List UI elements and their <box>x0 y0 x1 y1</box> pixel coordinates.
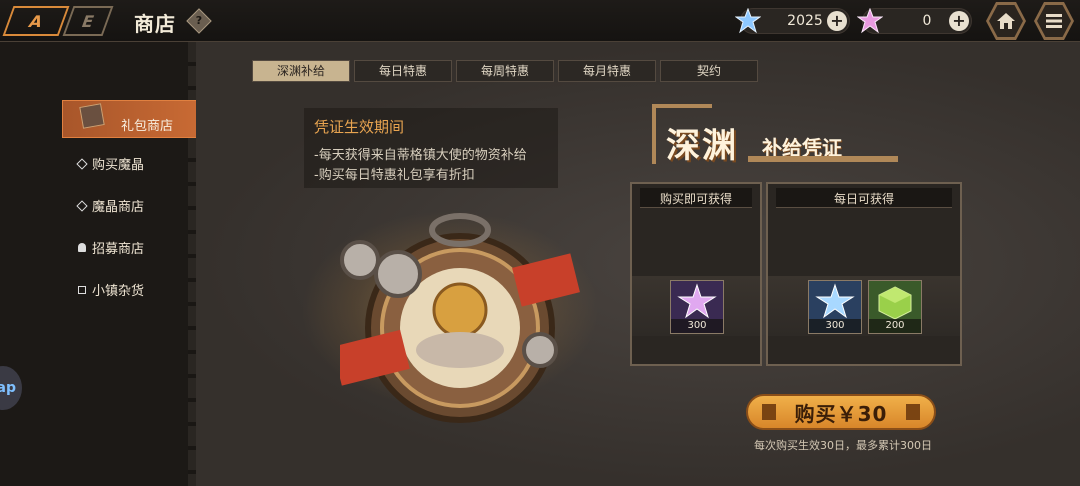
sidebar-item-buy-crystal[interactable]: 购买魔晶 <box>76 154 145 173</box>
diamond-icon <box>76 157 88 170</box>
blue-crystal-icon <box>815 283 855 319</box>
pink-crystal-icon <box>857 8 883 34</box>
home-button[interactable] <box>986 2 1026 40</box>
bell-icon <box>78 243 86 252</box>
logo-mark-right: E <box>62 6 114 36</box>
item-quantity: 200 <box>869 319 921 333</box>
gift-box-icon <box>79 103 105 129</box>
panel-header: 购买即可获得 <box>659 192 732 206</box>
button-cap-right <box>906 404 920 420</box>
pocket-watch-icon <box>340 213 580 423</box>
currency-amount: 2025 <box>787 13 823 29</box>
tab-contract[interactable]: 契约 <box>660 60 758 82</box>
top-bar: A E 商店 ? 2025 + 0 + <box>0 0 1080 42</box>
menu-button[interactable] <box>1034 2 1074 40</box>
sidebar-item-label: 购买魔晶 <box>92 158 145 173</box>
tab-daily-deals[interactable]: 每日特惠 <box>354 60 452 82</box>
tab-weekly-deals[interactable]: 每周特惠 <box>456 60 554 82</box>
period-line: -购买每日特惠礼包享有折扣 <box>314 168 475 183</box>
diamond-icon <box>76 199 88 212</box>
tab-monthly-deals[interactable]: 每月特惠 <box>558 60 656 82</box>
logo-mark-left: A <box>2 6 70 36</box>
help-glyph: ? <box>195 14 203 27</box>
blue-crystal-icon <box>735 8 761 34</box>
reward-item[interactable]: 200 <box>868 280 922 334</box>
shop-tabs: 深渊补给 每日特惠 每周特惠 每月特惠 契约 <box>252 60 758 82</box>
green-cube-icon <box>878 286 912 320</box>
period-title: 凭证生效期间 <box>314 118 405 136</box>
sidebar-item-label: 魔晶商店 <box>92 200 145 215</box>
currency-amount: 0 <box>922 13 932 29</box>
currency-blue-crystal: 2025 + <box>735 8 850 34</box>
reward-panel-daily: 每日可获得 300 200 <box>766 182 962 366</box>
item-band <box>768 276 960 336</box>
currency-pink-crystal: 0 + <box>857 8 972 34</box>
voucher-period-info: 凭证生效期间 -每天获得来自蒂格镇大使的物资补给 -购买每日特惠礼包享有折扣 <box>304 108 558 188</box>
buy-note: 每次购买生效30日，最多累计300日 <box>754 439 932 452</box>
tab-abyss-supply[interactable]: 深渊补给 <box>252 60 350 82</box>
title-underline <box>748 156 898 162</box>
sidebar-item-crystal-shop[interactable]: 魔晶商店 <box>76 196 145 215</box>
item-quantity: 300 <box>809 319 861 333</box>
reward-item[interactable]: 300 <box>808 280 862 334</box>
sidebar-item-town-goods[interactable]: 小镇杂货 <box>78 280 144 299</box>
buy-button[interactable]: 购买￥30 <box>746 394 936 430</box>
menu-icon <box>1046 14 1062 28</box>
item-quantity: 300 <box>671 319 723 333</box>
panel-header: 每日可获得 <box>833 192 894 206</box>
button-cap-left <box>762 404 776 420</box>
sidebar-item-label: 礼包商店 <box>121 119 174 134</box>
product-title-art: 深渊 补给凭证 <box>652 104 912 170</box>
square-icon <box>78 285 86 294</box>
buy-button-label: 购买￥30 <box>794 401 888 426</box>
help-icon[interactable]: ? <box>186 8 212 34</box>
sidebar-item-label: 小镇杂货 <box>92 284 145 299</box>
product-title: 深渊 <box>666 126 738 166</box>
game-logo: A E <box>2 4 124 38</box>
sidebar-item-gift-shop[interactable]: 礼包商店 <box>62 100 209 138</box>
add-currency-button[interactable]: + <box>949 11 969 31</box>
sidebar-item-recruit-shop[interactable]: 招募商店 <box>78 238 144 257</box>
reward-item[interactable]: 300 <box>670 280 724 334</box>
sidebar-item-label: 招募商店 <box>92 242 145 257</box>
home-icon <box>997 13 1015 29</box>
page-title: 商店 <box>134 12 176 36</box>
add-currency-button[interactable]: + <box>827 11 847 31</box>
period-line: -每天获得来自蒂格镇大使的物资补给 <box>314 148 527 163</box>
pink-crystal-icon <box>677 283 717 319</box>
reward-panel-instant: 购买即可获得 300 <box>630 182 762 366</box>
